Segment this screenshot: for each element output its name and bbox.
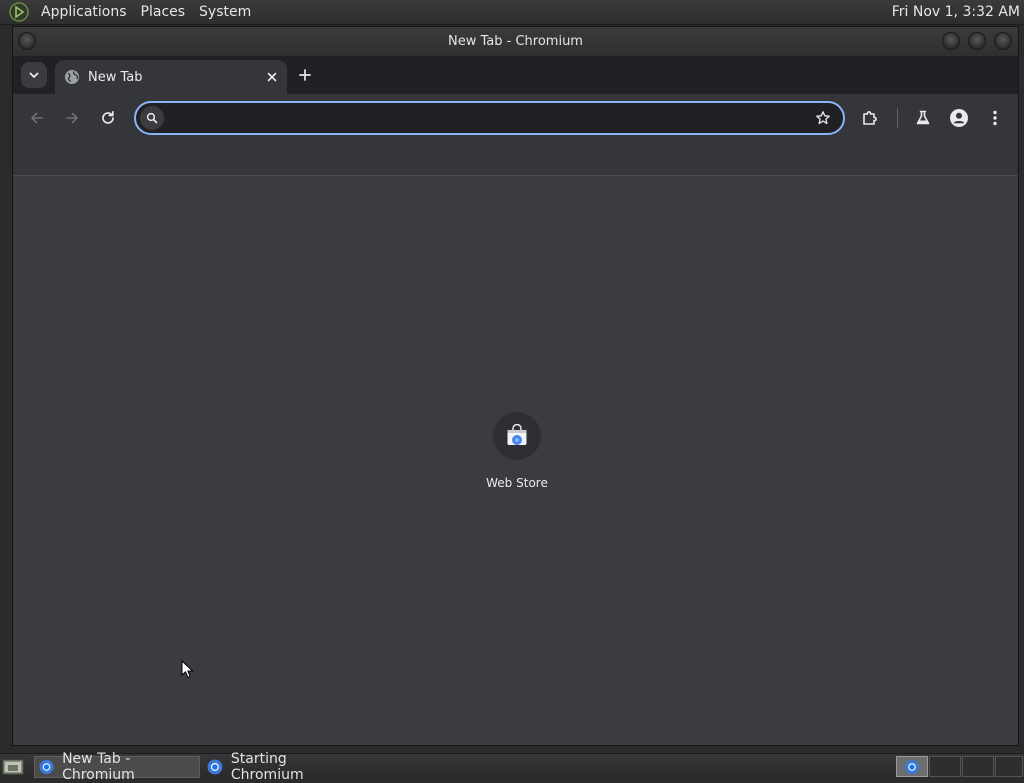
address-input[interactable]: [170, 107, 800, 129]
window-menu-button[interactable]: [18, 32, 36, 50]
puzzle-icon: [863, 111, 877, 125]
plus-icon: [299, 69, 311, 81]
bottom-taskbar: New Tab - Chromium Starting Chromium: [0, 751, 1024, 783]
shortcut-tile[interactable]: [493, 412, 541, 460]
task-starting-chromium[interactable]: Starting Chromium: [203, 751, 363, 783]
toolbar-divider: [897, 108, 898, 128]
reload-button[interactable]: [94, 104, 122, 132]
tab-close-button[interactable]: [263, 68, 281, 86]
search-icon: [140, 106, 164, 130]
address-bar[interactable]: [134, 101, 845, 135]
workspace-4[interactable]: [995, 756, 1023, 777]
back-button[interactable]: [23, 104, 51, 132]
chromium-icon: [905, 760, 919, 774]
window-titlebar[interactable]: New Tab - Chromium: [13, 27, 1018, 56]
mouse-pointer-icon: [181, 660, 194, 679]
forward-button[interactable]: [58, 104, 86, 132]
bookmarks-bar: [13, 142, 1018, 176]
chromium-window: New Tab - Chromium New Tab Web Store: [12, 26, 1019, 746]
window-title: New Tab - Chromium: [448, 34, 583, 49]
maximize-button[interactable]: [968, 32, 986, 50]
profile-button[interactable]: [945, 104, 973, 132]
distro-logo-icon[interactable]: [9, 2, 29, 22]
workspace-1[interactable]: [896, 756, 928, 777]
task-label: New Tab - Chromium: [62, 751, 135, 783]
globe-icon: [65, 70, 79, 84]
new-tab-button[interactable]: [293, 63, 317, 87]
task-new-tab-chromium[interactable]: New Tab - Chromium: [34, 751, 200, 783]
task-label: Starting Chromium: [230, 751, 304, 783]
places-menu[interactable]: Places: [134, 0, 193, 25]
show-desktop-icon[interactable]: [2, 757, 24, 776]
flask-icon: [916, 110, 930, 125]
arrow-left-icon: [31, 112, 43, 124]
top-panel: Applications Places System Fri Nov 1, 3:…: [0, 0, 1024, 25]
arrow-right-icon: [66, 112, 78, 124]
close-window-button[interactable]: [994, 32, 1012, 50]
new-tab-page: Web Store: [13, 176, 1018, 745]
panel-clock[interactable]: Fri Nov 1, 3:32 AM: [892, 0, 1020, 25]
star-icon: [816, 111, 830, 125]
chevron-down-icon: [29, 72, 39, 78]
tab-strip: New Tab: [13, 56, 1018, 94]
close-icon: [267, 72, 277, 82]
reload-icon: [102, 110, 114, 124]
web-store-icon: [507, 424, 527, 445]
tab-search-button[interactable]: [21, 62, 47, 88]
chromium-icon: [39, 759, 54, 775]
bookmark-star-button[interactable]: [813, 108, 833, 128]
system-menu[interactable]: System: [192, 0, 258, 25]
shortcut-web-store[interactable]: Web Store: [471, 412, 563, 498]
tab-new-tab[interactable]: New Tab: [55, 60, 287, 94]
browser-menu-button[interactable]: [981, 104, 1009, 132]
shortcut-label: Web Store: [486, 476, 548, 490]
avatar-icon: [950, 109, 968, 127]
tab-title: New Tab: [88, 69, 143, 85]
chromium-icon: [207, 759, 223, 775]
chrome-labs-button[interactable]: [909, 104, 937, 132]
workspace-2[interactable]: [929, 756, 961, 777]
workspace-3[interactable]: [962, 756, 994, 777]
applications-menu[interactable]: Applications: [34, 0, 134, 25]
kebab-menu-icon: [993, 110, 997, 126]
minimize-button[interactable]: [942, 32, 960, 50]
browser-toolbar: [13, 94, 1018, 142]
extensions-button[interactable]: [856, 104, 884, 132]
